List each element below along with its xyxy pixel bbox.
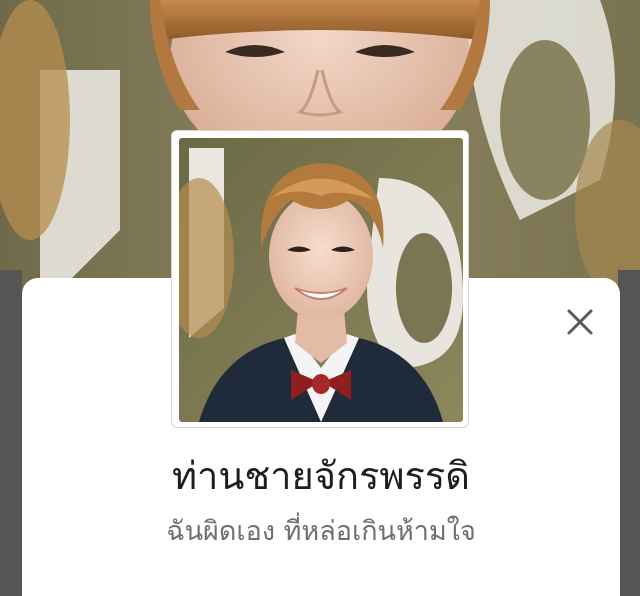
close-button[interactable] [560, 302, 600, 342]
status-message: ฉันผิดเอง ที่หล่อเกินห้ามใจ [166, 516, 476, 547]
profile-popup: ท่านชายจักรพรรดิ ฉันผิดเอง ที่หล่อเกินห้… [0, 0, 640, 596]
display-name: ท่านชายจักรพรรดิ [172, 454, 470, 498]
profile-avatar[interactable] [171, 130, 469, 428]
backdrop-left [0, 270, 22, 596]
backdrop-right [618, 270, 640, 596]
close-icon [567, 309, 593, 335]
